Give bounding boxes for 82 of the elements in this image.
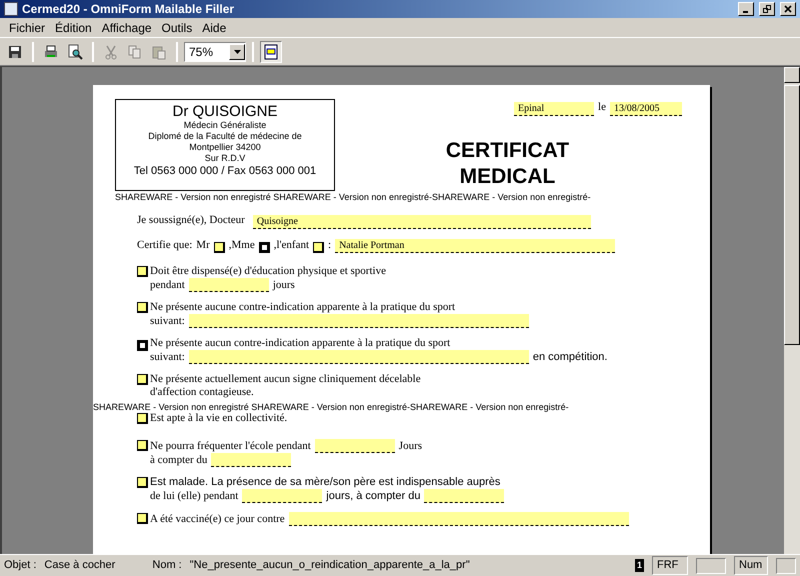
menu-item[interactable]: Aide [197, 18, 232, 36]
menu-item[interactable]: Fichier [4, 18, 50, 36]
form-text: Ne pourra fréquenter l'école pendant [150, 440, 311, 452]
form-text: pendant [150, 279, 185, 292]
checkbox[interactable] [137, 266, 148, 277]
input-field[interactable] [188, 314, 529, 328]
checkbox[interactable] [137, 440, 148, 450]
close-button[interactable] [780, 2, 796, 16]
form-text: : [328, 238, 332, 252]
form-text: Ne présente aucun contre-indication apparente à la pratique du sport [150, 337, 450, 350]
input-field[interactable]: 13/08/2005 [610, 102, 682, 116]
shareware-notice: SHAREWARE - Version non enregistré SHAREWARE - Version non enregistré-SHAREWARE - Version non enregistré- [115, 192, 592, 202]
app-icon [4, 2, 18, 16]
page-view-icon[interactable] [260, 40, 282, 62]
status-text: Case à cocher [44, 558, 116, 574]
form-text: jours, à compter du [326, 490, 420, 502]
input-field[interactable] [314, 438, 395, 452]
restore-button[interactable] [759, 2, 775, 16]
menu-item[interactable]: Édition [50, 18, 97, 36]
form-text: Je soussigné(e), Docteur [137, 213, 245, 228]
header-text: Tel 0563 000 000 / Fax 0563 000 001 [134, 164, 316, 179]
form-text: Est malade. La présence de sa mère/son père est indispensable auprès [150, 476, 500, 488]
checkbox[interactable] [137, 374, 148, 385]
checkbox[interactable] [137, 476, 148, 488]
page-number-badge: 1 [634, 558, 644, 572]
form-text: jours [272, 279, 295, 292]
window-title: Cermed20 - OmniForm Mailable Filler [22, 1, 236, 18]
form-text: ,Mme [228, 238, 255, 252]
input-field[interactable] [288, 512, 629, 526]
form-text: Est apte à la vie en collectivité. [150, 412, 288, 425]
checkbox[interactable] [214, 242, 225, 253]
form-text: Jours [398, 440, 422, 452]
form-text: Ne présente aucune contre-indication apparente à la pratique du sport [150, 301, 456, 314]
close-icon [784, 5, 792, 13]
header-text: Diplomé de la Faculté de médecine de [148, 131, 302, 142]
input-field[interactable] [242, 488, 322, 502]
checkbox[interactable] [137, 302, 148, 313]
status-text: "Ne_presente_aucun_o_reindication_apparente_a_la_pr" [190, 558, 471, 574]
form-text: Doit être dispensé(e) d'éducation physique et sportive [150, 265, 386, 278]
status-panel [696, 558, 726, 574]
input-field[interactable] [188, 350, 529, 364]
form-text: le [598, 100, 606, 115]
checkbox[interactable] [258, 242, 270, 253]
form-text: d'affection contagieuse. [150, 386, 254, 399]
header-text: Montpellier 34200 [189, 142, 261, 153]
form-text: suivant: [150, 351, 185, 364]
header-text: Sur R.D.V [204, 153, 246, 164]
input-field[interactable]: Quisoigne [252, 214, 591, 228]
status-panel: FRF [652, 556, 688, 575]
shareware-notice: SHAREWARE - Version non enregistré SHAREWARE - Version non enregistré-SHAREWARE - Version non enregistré- [93, 402, 570, 412]
input-field[interactable]: Epinal [514, 102, 594, 116]
menu-item[interactable]: Outils [156, 18, 198, 36]
menu-item[interactable]: Affichage [96, 18, 157, 36]
form-text: en compétition. [532, 351, 608, 364]
checkbox[interactable] [137, 512, 148, 524]
header-text: Dr QUISOIGNE [172, 103, 278, 120]
form-text: Certifie que: [137, 238, 192, 252]
vertical-scrollbar[interactable] [784, 67, 800, 554]
header-text: Médecin Généraliste [184, 120, 266, 131]
form-text: Mr [196, 238, 210, 252]
document-title: MEDICAL [460, 164, 556, 190]
checkbox[interactable] [313, 242, 324, 253]
restore-icon [763, 5, 771, 13]
document-title: CERTIFICAT [446, 138, 570, 164]
status-panel [776, 558, 796, 574]
zoom-dropdown[interactable]: 75% [184, 42, 246, 62]
status-label: Objet : [4, 558, 36, 574]
status-label: Nom : [152, 558, 182, 574]
form-text: de lui (elle) pendant [150, 490, 238, 502]
form-text: A été vacciné(e) ce jour contre [150, 512, 285, 526]
input-field[interactable] [211, 452, 292, 466]
form-text: à compter du [150, 454, 208, 466]
minimize-button[interactable] [738, 2, 754, 16]
input-field[interactable] [424, 488, 504, 502]
input-field[interactable]: Natalie Portman [335, 239, 616, 253]
form-text: ,l'enfant [274, 238, 310, 252]
form-text: suivant: [150, 315, 185, 328]
checkbox[interactable] [137, 413, 148, 424]
status-panel: Num [734, 556, 768, 575]
input-field[interactable] [188, 278, 269, 292]
form-text: Ne présente actuellement aucun signe cliniquement décelable [150, 373, 421, 386]
checkbox[interactable] [137, 340, 148, 351]
